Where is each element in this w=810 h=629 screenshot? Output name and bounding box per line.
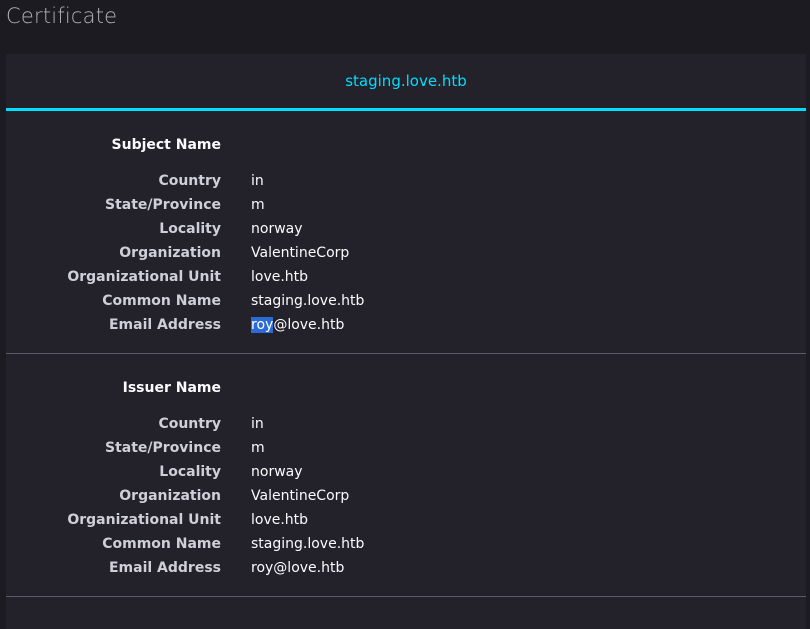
- row-value[interactable]: ValentineCorp: [251, 488, 349, 504]
- tab-staging-love-htb[interactable]: staging.love.htb: [6, 54, 806, 111]
- info-row: Locality norway: [6, 460, 806, 484]
- row-label: Organization: [119, 245, 221, 261]
- row-value[interactable]: roy@love.htb: [251, 560, 344, 576]
- row-value[interactable]: ValentineCorp: [251, 245, 349, 261]
- row-label: State/Province: [105, 440, 221, 456]
- row-label: Common Name: [102, 536, 221, 552]
- info-row: Organizational Unit love.htb: [6, 508, 806, 532]
- row-value[interactable]: norway: [251, 221, 303, 237]
- email-value[interactable]: roy@love.htb: [251, 317, 344, 333]
- certificate-panel: staging.love.htb Subject Name Country in…: [6, 54, 806, 629]
- row-label: Locality: [159, 464, 221, 480]
- row-value[interactable]: norway: [251, 464, 303, 480]
- row-value[interactable]: m: [251, 440, 265, 456]
- info-row: State/Province m: [6, 193, 806, 217]
- row-label: Organizational Unit: [67, 269, 221, 285]
- subject-name-section: Subject Name Country in State/Province m…: [6, 111, 806, 354]
- row-label: Email Address: [108, 317, 221, 333]
- selected-text[interactable]: roy: [251, 317, 274, 333]
- row-value[interactable]: m: [251, 197, 265, 213]
- issuer-name-section: Issuer Name Country in State/Province m …: [6, 354, 806, 597]
- row-label: State/Province: [105, 197, 221, 213]
- info-row: Organization ValentineCorp: [6, 484, 806, 508]
- info-row: Organization ValentineCorp: [6, 241, 806, 265]
- row-value[interactable]: staging.love.htb: [251, 536, 364, 552]
- row-label: Email Address: [108, 560, 221, 576]
- info-row: Organizational Unit love.htb: [6, 265, 806, 289]
- info-row: Email Address roy@love.htb: [6, 556, 806, 580]
- section-title: Issuer Name: [122, 380, 221, 396]
- row-value[interactable]: in: [251, 416, 264, 432]
- info-row: State/Province m: [6, 436, 806, 460]
- info-row: Email Address roy@love.htb: [6, 313, 806, 337]
- row-label: Common Name: [102, 293, 221, 309]
- email-value-rest[interactable]: @love.htb: [273, 317, 344, 333]
- row-value[interactable]: love.htb: [251, 269, 308, 285]
- info-row: Country in: [6, 169, 806, 193]
- row-label: Country: [158, 173, 221, 189]
- section-title: Subject Name: [111, 137, 221, 153]
- row-value[interactable]: love.htb: [251, 512, 308, 528]
- tab-label: staging.love.htb: [345, 72, 467, 90]
- row-value[interactable]: staging.love.htb: [251, 293, 364, 309]
- row-label: Organization: [119, 488, 221, 504]
- info-row: Common Name staging.love.htb: [6, 289, 806, 313]
- row-label: Organizational Unit: [67, 512, 221, 528]
- info-row: Country in: [6, 412, 806, 436]
- row-value[interactable]: in: [251, 173, 264, 189]
- row-label: Country: [158, 416, 221, 432]
- row-label: Locality: [159, 221, 221, 237]
- page-title: Certificate: [6, 4, 118, 28]
- info-row: Locality norway: [6, 217, 806, 241]
- info-row: Common Name staging.love.htb: [6, 532, 806, 556]
